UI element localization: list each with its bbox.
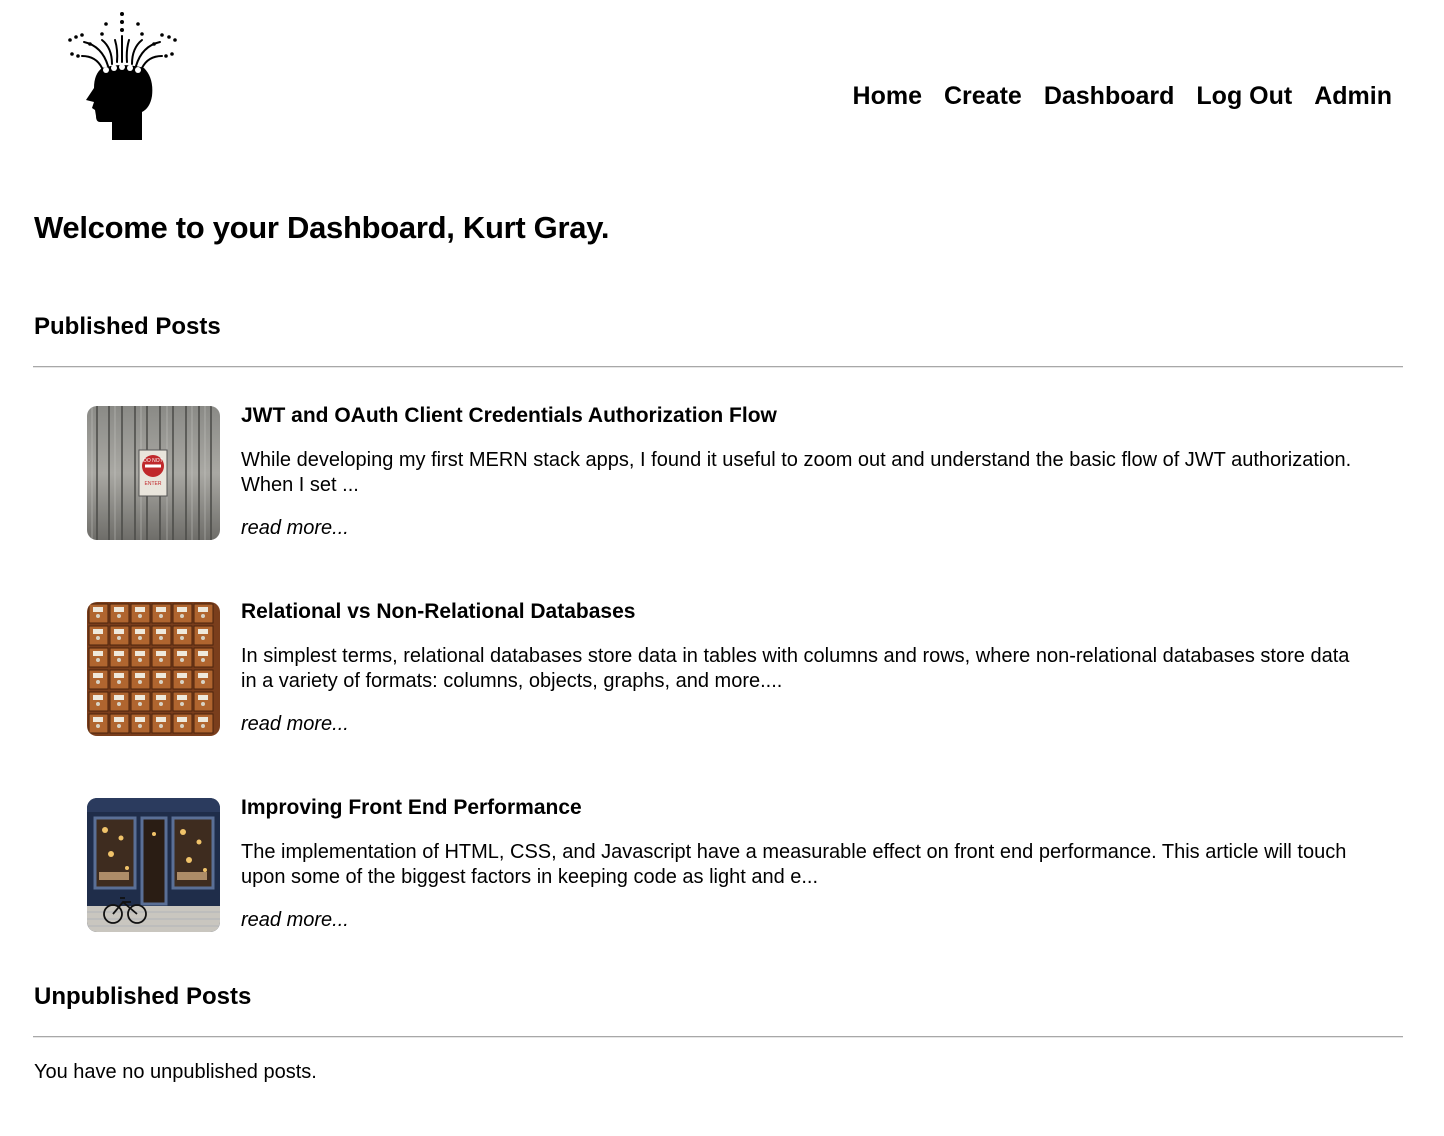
nav-create-link[interactable]: Create bbox=[944, 78, 1022, 114]
read-more-link[interactable]: read more... bbox=[241, 517, 349, 540]
read-more-link[interactable]: read more... bbox=[241, 909, 349, 932]
read-more-link[interactable]: read more... bbox=[241, 713, 349, 736]
post-title[interactable]: Improving Front End Performance bbox=[241, 797, 1366, 818]
published-posts-heading: Published Posts bbox=[34, 313, 221, 340]
site-header: Home Create Dashboard Log Out Admin bbox=[0, 0, 1444, 160]
unpublished-posts-heading: Unpublished Posts bbox=[34, 983, 252, 1010]
nav-admin-link[interactable]: Admin bbox=[1314, 78, 1392, 114]
page-title: Welcome to your Dashboard, Kurt Gray. bbox=[34, 210, 610, 245]
post-excerpt: While developing my first MERN stack app… bbox=[241, 449, 1352, 496]
do-not-enter-sign-thumbnail[interactable]: DO NOT ENTER bbox=[87, 406, 220, 540]
post-card: Relational vs Non-Relational Databases I… bbox=[87, 601, 1387, 738]
post-body: JWT and OAuth Client Credentials Authori… bbox=[241, 405, 1366, 540]
main-nav: Home Create Dashboard Log Out Admin bbox=[853, 78, 1392, 114]
empty-state-message: You have no unpublished posts. bbox=[34, 1061, 317, 1083]
post-body: Improving Front End Performance The impl… bbox=[241, 797, 1366, 932]
unpublished-divider bbox=[33, 1036, 1403, 1038]
head-with-rays-logo[interactable] bbox=[62, 10, 182, 142]
post-body: Relational vs Non-Relational Databases I… bbox=[241, 601, 1366, 736]
post-title[interactable]: Relational vs Non-Relational Databases bbox=[241, 601, 1366, 622]
published-divider bbox=[33, 366, 1403, 368]
post-excerpt: In simplest terms, relational databases … bbox=[241, 645, 1350, 692]
sign-text-top: DO NOT bbox=[143, 458, 162, 464]
nav-home-link[interactable]: Home bbox=[853, 78, 922, 114]
post-title[interactable]: JWT and OAuth Client Credentials Authori… bbox=[241, 405, 1366, 426]
nav-dashboard-link[interactable]: Dashboard bbox=[1044, 78, 1175, 114]
card-catalog-drawers-thumbnail[interactable] bbox=[87, 602, 220, 736]
post-card: Improving Front End Performance The impl… bbox=[87, 797, 1387, 934]
post-card: DO NOT ENTER JWT and OAuth Client Creden… bbox=[87, 405, 1387, 542]
nav-logout-link[interactable]: Log Out bbox=[1196, 78, 1292, 114]
storefront-bicycle-thumbnail[interactable] bbox=[87, 798, 220, 932]
post-excerpt: The implementation of HTML, CSS, and Jav… bbox=[241, 841, 1347, 888]
sign-text-bottom: ENTER bbox=[145, 481, 162, 487]
